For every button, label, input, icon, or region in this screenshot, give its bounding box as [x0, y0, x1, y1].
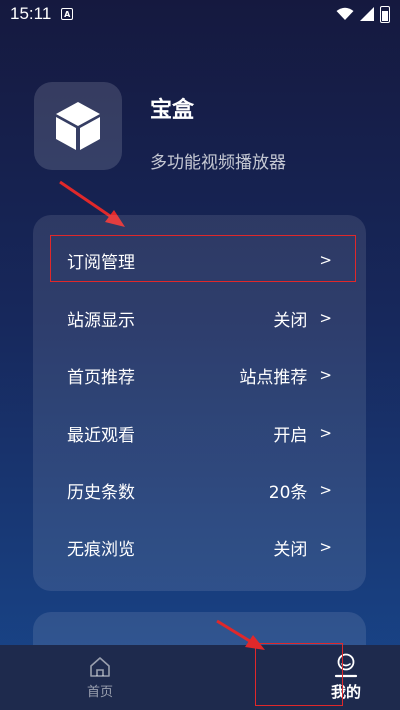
nav-mine-label: 我的 [330, 683, 361, 701]
settings-row-subscription[interactable]: 订阅管理 > [33, 236, 366, 284]
chevron-right-icon: > [319, 481, 332, 499]
nav-home-label: 首页 [86, 685, 113, 700]
chevron-right-icon: > [319, 309, 332, 327]
row-label: 最近观看 [67, 425, 135, 446]
row-value: 站点推荐 [239, 367, 308, 388]
notification-icon: A [61, 8, 74, 20]
row-value: 20条 [268, 482, 308, 503]
app-logo [34, 82, 122, 170]
settings-row-recent-watch[interactable]: 最近观看 开启 > [33, 409, 366, 457]
row-label: 无痕浏览 [67, 539, 135, 560]
home-icon [90, 657, 110, 677]
row-label: 站源显示 [67, 310, 135, 331]
user-icon [334, 653, 358, 678]
wifi-icon [336, 7, 354, 20]
row-label: 历史条数 [67, 482, 135, 503]
nav-home[interactable]: 首页 [0, 645, 200, 710]
app-name: 宝盒 [150, 98, 195, 123]
cube-icon [56, 102, 100, 150]
row-value: 开启 [273, 425, 308, 446]
settings-row-home-recommend[interactable]: 首页推荐 站点推荐 > [33, 351, 366, 399]
signal-icon [360, 7, 374, 21]
settings-row-source-display[interactable]: 站源显示 关闭 > [33, 294, 366, 342]
status-time: 15:11 [10, 4, 52, 23]
app-header: 宝盒 多功能视频播放器 [34, 82, 286, 173]
status-bar: 15:11 A [0, 0, 400, 28]
row-value: 关闭 [273, 539, 308, 560]
chevron-right-icon: > [319, 366, 332, 384]
battery-icon [380, 5, 390, 23]
status-icons [336, 5, 390, 23]
settings-row-incognito[interactable]: 无痕浏览 关闭 > [33, 523, 366, 571]
nav-mine[interactable]: 我的 [200, 645, 400, 710]
row-label: 首页推荐 [67, 367, 135, 388]
chevron-right-icon: > [319, 424, 332, 442]
chevron-right-icon: > [319, 538, 332, 556]
settings-card: 订阅管理 > 站源显示 关闭 > 首页推荐 站点推荐 > 最近观看 开启 > 历… [33, 215, 366, 591]
app-subtitle: 多功能视频播放器 [150, 153, 286, 173]
row-value: 关闭 [273, 310, 308, 331]
settings-row-history-count[interactable]: 历史条数 20条 > [33, 466, 366, 514]
row-label: 订阅管理 [67, 252, 135, 273]
app-info: 宝盒 多功能视频播放器 [150, 82, 286, 173]
bottom-nav: 首页 我的 [0, 645, 400, 710]
chevron-right-icon: > [319, 251, 332, 269]
